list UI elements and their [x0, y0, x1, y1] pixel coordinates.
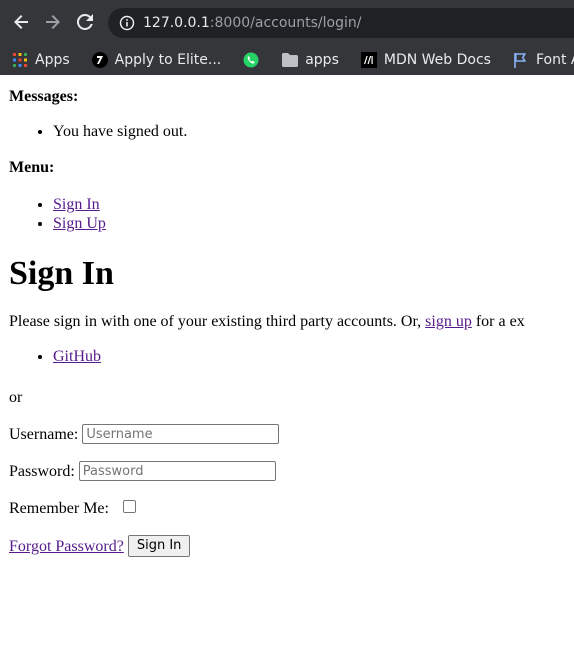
intro-text-tail: for a ex: [471, 312, 525, 330]
flag-icon: [513, 52, 529, 68]
messages-heading: Messages:: [9, 88, 79, 105]
browser-toolbar: 127.0.0.1:8000/accounts/login/: [0, 0, 574, 44]
address-bar[interactable]: 127.0.0.1:8000/accounts/login/: [108, 8, 574, 38]
menu-link-sign-in[interactable]: Sign In: [53, 196, 100, 213]
password-input[interactable]: [78, 461, 276, 482]
bookmark-font-awesome[interactable]: Font Awe: [513, 52, 574, 68]
sign-in-button[interactable]: Sign In: [127, 535, 191, 558]
bookmark-whatsapp[interactable]: [243, 52, 266, 68]
bookmark-apply-elite[interactable]: Apply to Elite...: [91, 51, 222, 68]
forward-button[interactable]: [42, 11, 64, 33]
remember-label: Remember Me:: [9, 500, 109, 518]
page-content: Messages: You have signed out. Menu: Sig…: [0, 87, 574, 558]
menu-link-sign-up[interactable]: Sign Up: [53, 215, 106, 232]
mdn-icon: [360, 51, 377, 68]
bookmark-label: apps: [305, 51, 339, 68]
page-title: Sign In: [9, 254, 114, 292]
menu-item: Sign In: [53, 195, 565, 214]
bookmark-label: Font Awe: [535, 51, 574, 68]
password-row: Password:: [9, 461, 565, 482]
messages-list: You have signed out.: [9, 122, 565, 141]
apps-grid-icon: [12, 52, 28, 68]
menu-item: Sign Up: [53, 214, 565, 233]
login-form: Username: Password: Remember Me: Forgot …: [9, 424, 565, 558]
menu-heading: Menu:: [9, 159, 55, 177]
url-path: :8000/accounts/login/: [209, 15, 362, 31]
reload-icon: [77, 14, 93, 30]
url-text: 127.0.0.1:8000/accounts/login/: [143, 15, 361, 31]
folder-icon: [282, 52, 299, 68]
remember-checkbox[interactable]: [122, 500, 136, 514]
back-button[interactable]: [10, 11, 32, 33]
whatsapp-icon: [243, 52, 259, 68]
password-label: Password:: [9, 462, 75, 480]
provider-list: GitHub: [9, 347, 565, 366]
bookmark-label: Apply to Elite...: [114, 51, 222, 68]
bookmark-apps-folder[interactable]: apps: [282, 52, 339, 68]
bookmark-mdn[interactable]: MDN Web Docs: [360, 51, 491, 68]
menu-list: Sign In Sign Up: [9, 195, 565, 233]
submit-row: Forgot Password? Sign In: [9, 535, 565, 558]
forgot-password-link[interactable]: Forgot Password?: [9, 537, 124, 556]
bookmark-label: Apps: [35, 51, 70, 68]
reload-button[interactable]: [74, 11, 96, 33]
intro-text: Please sign in with one of your existing…: [9, 312, 426, 330]
signin-intro: Please sign in with one of your existing…: [9, 312, 565, 331]
remember-row: Remember Me:: [9, 499, 565, 518]
forward-arrow-icon: [46, 15, 60, 29]
username-row: Username:: [9, 424, 565, 445]
sign-up-link[interactable]: sign up: [425, 313, 472, 330]
or-separator: or: [9, 389, 23, 407]
browser-chrome: 127.0.0.1:8000/accounts/login/ Apps Appl…: [0, 0, 574, 75]
username-label: Username:: [9, 425, 79, 443]
site-info-icon[interactable]: [119, 15, 135, 31]
message-item: You have signed out.: [53, 122, 565, 141]
bookmarks-bar: Apps Apply to Elite... apps MDN Web Docs: [0, 44, 574, 75]
bookmark-apps[interactable]: Apps: [12, 52, 70, 68]
github-login-link[interactable]: GitHub: [53, 348, 101, 365]
back-arrow-icon: [14, 15, 28, 29]
bookmark-label: MDN Web Docs: [383, 51, 491, 68]
url-host: 127.0.0.1: [143, 15, 210, 31]
elite-icon: [91, 51, 108, 68]
provider-item: GitHub: [53, 347, 565, 366]
username-input[interactable]: [82, 424, 280, 445]
